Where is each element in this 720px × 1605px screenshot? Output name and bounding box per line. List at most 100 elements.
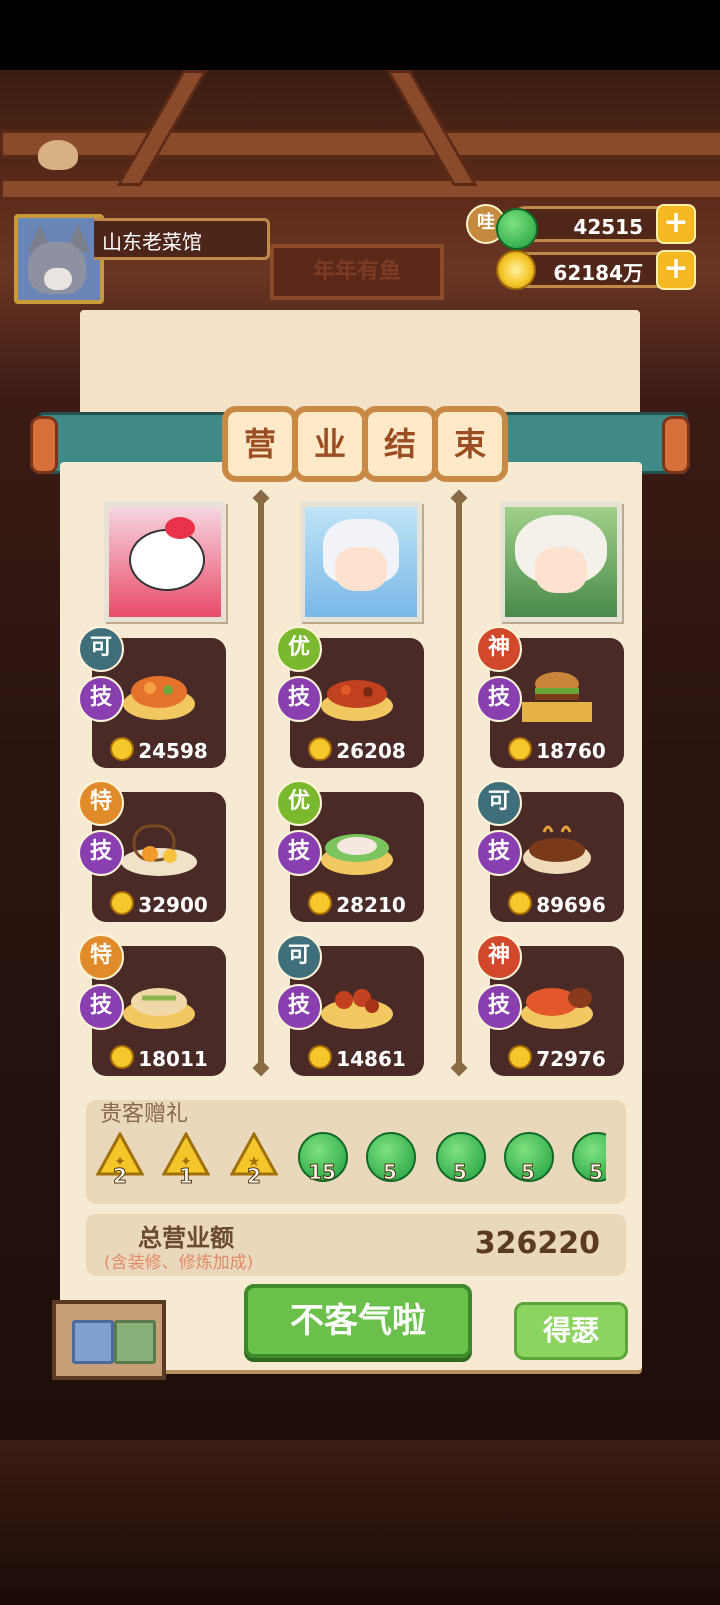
roof-beam (0, 178, 720, 200)
price-value: 28210 (336, 893, 406, 917)
total-value: 326220 (474, 1226, 600, 1261)
kitty-face (129, 529, 205, 591)
boast-button[interactable]: 得瑟 (514, 1302, 628, 1360)
gift-count: 5 (521, 1160, 536, 1185)
kitty-bow (165, 517, 195, 539)
coin-icon (508, 737, 533, 761)
share-panel (52, 1300, 166, 1380)
dish-rank-badge: 特 (78, 934, 124, 980)
skill-badge: 技 (78, 830, 124, 876)
total-sublabel: (含装修、修炼加成) (104, 1253, 254, 1273)
dish-bowl-icon (523, 825, 591, 874)
boy-face (335, 547, 387, 591)
skill-badge: 技 (476, 830, 522, 876)
dish-rank-badge: 神 (476, 626, 522, 672)
price-value: 18011 (138, 1047, 208, 1071)
confirm-button[interactable]: 不客气啦 (244, 1284, 472, 1358)
green-gem-icon (496, 208, 538, 250)
guest-portrait-boy[interactable] (300, 502, 422, 622)
skill-badge: 技 (276, 676, 322, 722)
girl-face (535, 547, 587, 593)
window-view (80, 310, 640, 420)
coin-icon (110, 891, 135, 915)
dish-rank-badge: 可 (476, 780, 522, 826)
player-avatar[interactable] (14, 214, 104, 304)
gift-count: 5 (589, 1160, 604, 1185)
gifts-label: 贵客赠礼 (100, 1102, 189, 1127)
dish-bowl-icon (121, 824, 197, 876)
dish-price: 24598 (92, 734, 226, 768)
dish-rank-badge: 优 (276, 626, 322, 672)
dish-bowl-icon (521, 988, 593, 1029)
dish-price: 14861 (290, 1042, 424, 1076)
dish-price: 26208 (290, 734, 424, 768)
title-char: 结 (362, 406, 438, 482)
dish-price: 18760 (490, 734, 624, 768)
gift-count: 5 (453, 1160, 468, 1185)
scroll-roll-left (30, 416, 58, 474)
dish-rank-badge: 可 (78, 626, 124, 672)
price-value: 26208 (336, 739, 406, 763)
dish-bowl-icon (321, 680, 393, 721)
price-value: 72976 (536, 1047, 606, 1071)
title-char: 业 (292, 406, 368, 482)
coin-icon (110, 1045, 135, 1069)
dish-price: 28210 (290, 888, 424, 922)
column-divider (456, 500, 462, 1070)
column-divider (258, 500, 264, 1070)
chick-decoration (38, 140, 78, 170)
gift-item[interactable]: ★ 2 (229, 1130, 279, 1189)
gems-value: 42515 (573, 215, 643, 239)
dish-price: 72976 (490, 1042, 624, 1076)
shop-sign: 年年有鱼 (270, 244, 444, 300)
price-value: 24598 (138, 739, 208, 763)
skill-badge: 技 (476, 984, 522, 1030)
dish-rank-badge: 神 (476, 934, 522, 980)
guest-portrait-kitty[interactable] (104, 502, 226, 622)
title-char: 营 (222, 406, 298, 482)
skill-badge: 技 (476, 676, 522, 722)
floor (0, 1440, 720, 1605)
gift-item[interactable]: ✦ 1 (161, 1130, 211, 1189)
dish-bowl-icon (123, 676, 195, 720)
gift-item[interactable]: 5 (366, 1132, 416, 1185)
shop-name: 山东老菜馆 (94, 218, 270, 260)
coin-icon (496, 250, 536, 290)
wolf-snout (44, 268, 72, 290)
share-icon[interactable] (114, 1320, 156, 1364)
gift-item[interactable]: 5 (504, 1132, 554, 1185)
share-icon[interactable] (72, 1320, 114, 1364)
price-value: 32900 (138, 893, 208, 917)
coin-icon (308, 1045, 333, 1069)
dish-bowl-icon (321, 989, 393, 1029)
coin-icon (508, 891, 533, 915)
gift-count: 5 (383, 1160, 398, 1185)
gift-item[interactable]: 5 (436, 1132, 486, 1185)
skill-badge: 技 (78, 984, 124, 1030)
add-coins-button[interactable]: + (656, 250, 696, 290)
scroll-roll-right (662, 416, 690, 474)
coin-icon (308, 737, 333, 761)
dish-bowl-icon (123, 988, 195, 1029)
skill-badge: 技 (276, 984, 322, 1030)
dish-rank-badge: 特 (78, 780, 124, 826)
gift-item[interactable]: 15 (298, 1132, 348, 1185)
price-value: 14861 (336, 1047, 406, 1071)
dish-rank-badge: 优 (276, 780, 322, 826)
gift-item[interactable]: ✦ 2 (95, 1130, 145, 1189)
price-value: 18760 (536, 739, 606, 763)
dish-price: 18011 (92, 1042, 226, 1076)
roof-beam (0, 130, 720, 158)
skill-badge: 技 (78, 676, 124, 722)
dish-price: 32900 (92, 888, 226, 922)
coin-icon (508, 1045, 533, 1069)
coins-value: 62184万 (553, 261, 643, 285)
guest-portrait-girl[interactable] (500, 502, 622, 622)
add-gems-button[interactable]: + (656, 204, 696, 244)
coin-icon (308, 891, 333, 915)
dish-bowl-icon (522, 672, 592, 722)
skill-badge: 技 (276, 830, 322, 876)
dish-rank-badge: 可 (276, 934, 322, 980)
coin-icon (110, 737, 135, 761)
gift-item[interactable]: 5 (572, 1132, 606, 1184)
